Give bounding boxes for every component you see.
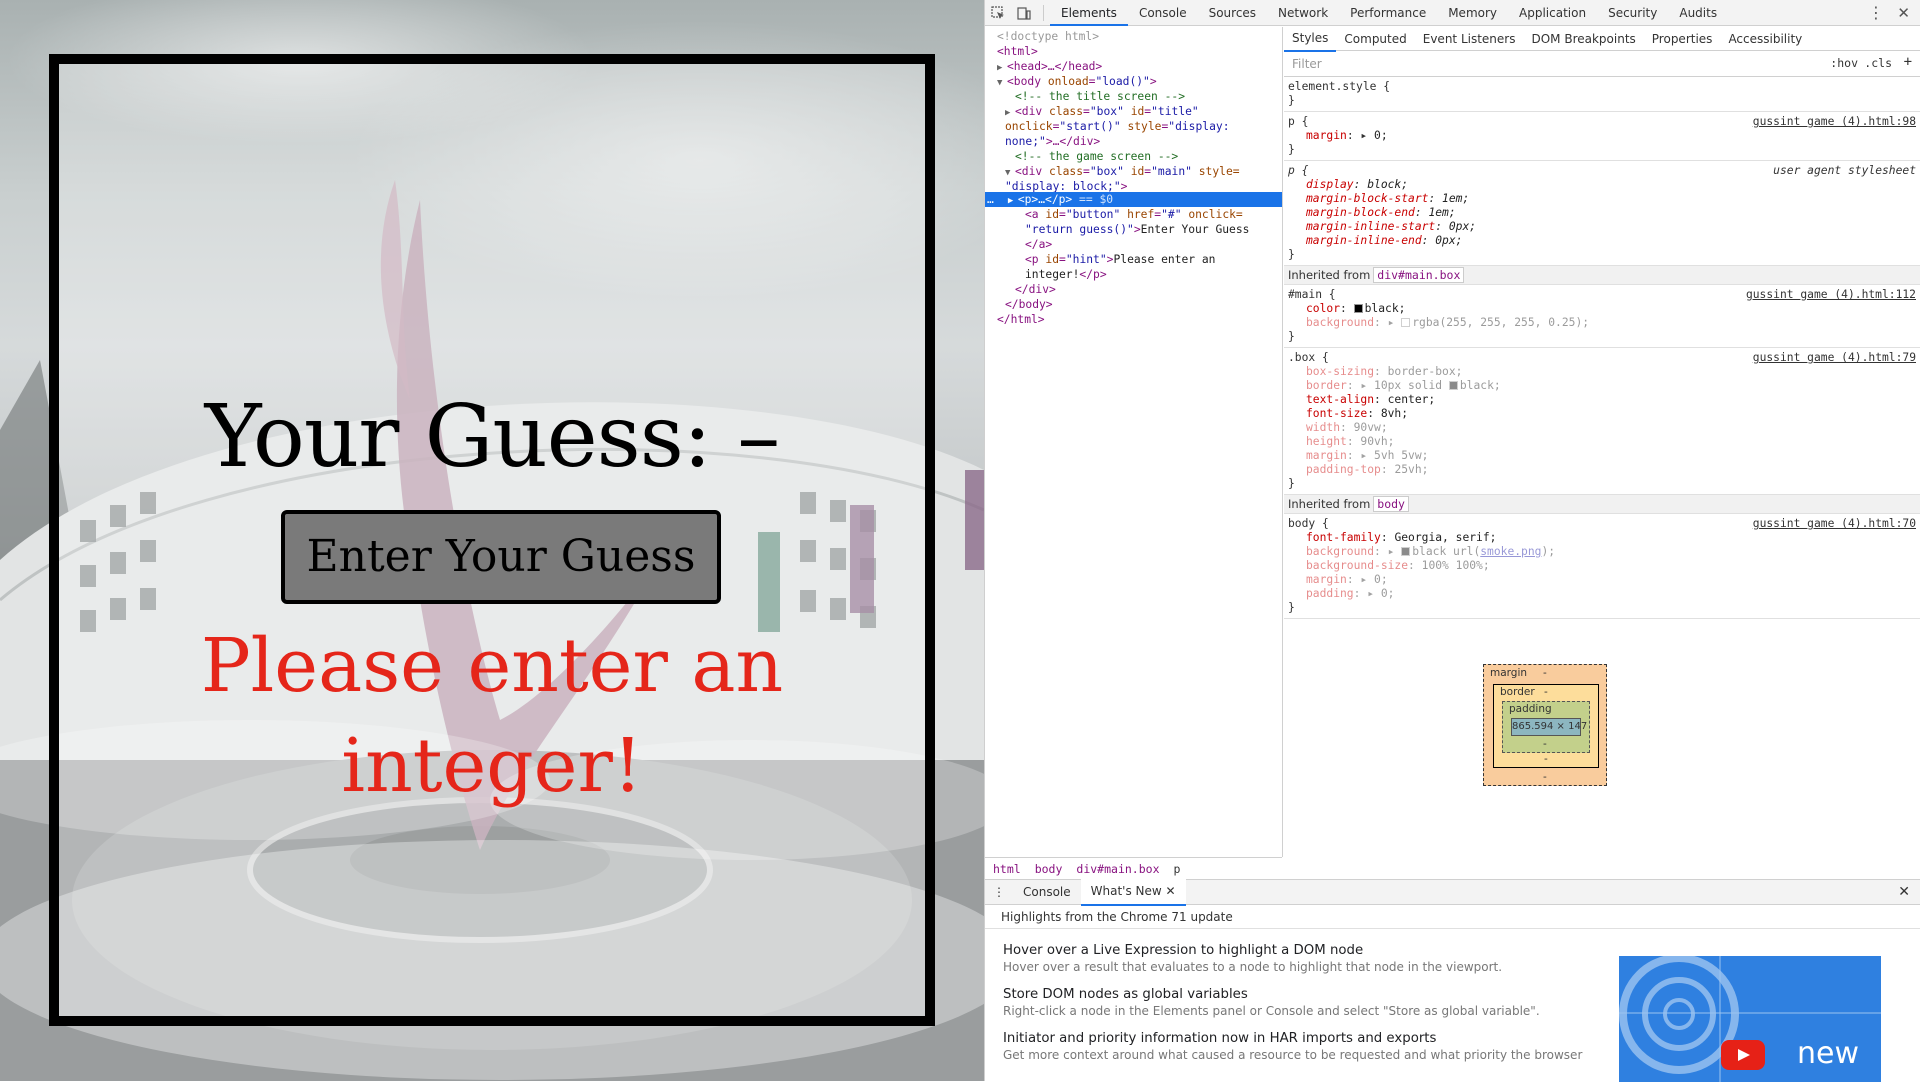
enter-guess-button[interactable]: Enter Your Guess: [281, 510, 721, 604]
subtab-dom-breakpoints[interactable]: DOM Breakpoints: [1523, 27, 1643, 51]
ellipsis-icon[interactable]: …: [987, 193, 994, 206]
breadcrumb-p[interactable]: p: [1174, 862, 1181, 876]
dom-comment-title[interactable]: <!-- the title screen -->: [985, 89, 1282, 104]
background-url-link[interactable]: smoke.png: [1480, 545, 1541, 558]
tab-memory[interactable]: Memory: [1437, 0, 1508, 26]
tab-console[interactable]: Console: [1128, 0, 1198, 26]
styles-subtabs: Styles Computed Event Listeners DOM Brea…: [1284, 26, 1920, 52]
breadcrumb-body[interactable]: body: [1035, 862, 1063, 876]
dom-title-div-end[interactable]: none;">…</div>: [985, 134, 1282, 149]
dom-hint-p[interactable]: <p id="hint">Please enter an: [985, 252, 1282, 267]
subtab-accessibility[interactable]: Accessibility: [1720, 27, 1810, 51]
rule-source-link[interactable]: gussint game (4).html:98: [1753, 115, 1916, 128]
rule-source-ua: user agent stylesheet: [1773, 164, 1916, 177]
inherited-header-main: Inherited from div#main.box: [1284, 266, 1920, 285]
rule-element-style[interactable]: element.style { }: [1284, 77, 1920, 112]
rule-source-link[interactable]: gussint game (4).html:112: [1746, 288, 1916, 301]
box-model-padding[interactable]: padding - 865.594 × 147: [1502, 701, 1590, 753]
tab-application[interactable]: Application: [1508, 0, 1597, 26]
dom-title-div-cont[interactable]: onclick="start()" style="display:: [985, 119, 1282, 134]
close-devtools-icon[interactable]: ✕: [1897, 0, 1910, 26]
inspect-element-icon[interactable]: [985, 0, 1011, 26]
dom-doctype[interactable]: <!doctype html>: [985, 29, 1282, 44]
rule-body[interactable]: gussint game (4).html:70 body { font-fam…: [1284, 514, 1920, 619]
rule-p-author[interactable]: gussint game (4).html:98 p { margin: ▸ 0…: [1284, 112, 1920, 161]
color-swatch[interactable]: [1353, 304, 1363, 313]
dom-div-close[interactable]: </div>: [985, 282, 1282, 297]
box-model-border[interactable]: border - - padding - 865.594 × 147: [1493, 684, 1599, 768]
game-box: Your Guess: – Enter Your Guess Please en…: [49, 54, 935, 1026]
new-rule-button[interactable]: +: [1904, 54, 1912, 70]
box-model-diagram: margin - - border - - padding - 865.594 …: [1483, 664, 1607, 786]
rule-p-user-agent[interactable]: user agent stylesheet p { display: block…: [1284, 161, 1920, 266]
class-toggle-button[interactable]: .cls: [1864, 56, 1892, 70]
drawer-menu-icon[interactable]: ⋮: [985, 880, 1013, 905]
inherited-header-body: Inherited from body: [1284, 495, 1920, 514]
dom-anchor-cont[interactable]: "return guess()">Enter Your Guess: [985, 222, 1282, 237]
rule-main[interactable]: gussint game (4).html:112 #main { color:…: [1284, 285, 1920, 348]
breadcrumb-html[interactable]: html: [993, 862, 1021, 876]
breadcrumb: html body div#main.box p: [985, 857, 1282, 879]
close-drawer-icon[interactable]: ✕: [1898, 884, 1910, 900]
promo-label: new: [1797, 1036, 1860, 1071]
tab-audits[interactable]: Audits: [1668, 0, 1728, 26]
dom-anchor-close[interactable]: </a>: [985, 237, 1282, 252]
dom-hint-p-cont[interactable]: integer!</p>: [985, 267, 1282, 282]
dom-selected-p[interactable]: … ▶ <p>…</p> == $0: [985, 192, 1282, 207]
drawer-tabs: ⋮ Console What's New ✕ ✕: [985, 878, 1920, 906]
dom-comment-game[interactable]: <!-- the game screen -->: [985, 149, 1282, 164]
subtab-event-listeners[interactable]: Event Listeners: [1415, 27, 1524, 51]
device-toolbar-icon[interactable]: [1011, 0, 1037, 26]
subtab-styles[interactable]: Styles: [1284, 26, 1337, 52]
inherited-link-main[interactable]: div#main.box: [1373, 267, 1465, 283]
more-options-icon[interactable]: ⋮: [1868, 0, 1884, 26]
devtools-toolbar: Elements Console Sources Network Perform…: [985, 0, 1920, 26]
play-icon[interactable]: [1721, 1040, 1765, 1070]
dom-main-div[interactable]: ▼ <div class="box" id="main" style=: [985, 164, 1282, 179]
page-viewport: Your Guess: – Enter Your Guess Please en…: [0, 0, 984, 1081]
rule-source-link[interactable]: gussint game (4).html:79: [1753, 351, 1916, 364]
elements-dom-tree: <!doctype html> <html> ▶ <head>…</head> ▼…: [985, 27, 1283, 876]
hover-state-button[interactable]: :hov: [1830, 56, 1858, 70]
rule-source-link[interactable]: gussint game (4).html:70: [1753, 517, 1916, 530]
devtools-drawer: ⋮ Console What's New ✕ ✕ Highlights from…: [985, 878, 1920, 1082]
tab-performance[interactable]: Performance: [1339, 0, 1437, 26]
styles-filter-bar: :hov .cls +: [1284, 51, 1920, 77]
tab-elements[interactable]: Elements: [1050, 0, 1128, 26]
dom-html[interactable]: <html>: [985, 44, 1282, 59]
dom-body-close[interactable]: </body>: [985, 297, 1282, 312]
close-tab-icon[interactable]: ✕: [1166, 884, 1176, 898]
devtools-panel: Elements Console Sources Network Perform…: [984, 0, 1920, 1082]
color-swatch[interactable]: [1401, 547, 1411, 556]
drawer-tab-whats-new[interactable]: What's New ✕: [1080, 878, 1186, 906]
box-model-content[interactable]: 865.594 × 147: [1511, 718, 1587, 736]
breadcrumb-div-main[interactable]: div#main.box: [1076, 862, 1159, 876]
dom-anchor[interactable]: <a id="button" href="#" onclick=: [985, 207, 1282, 222]
dom-head[interactable]: ▶ <head>…</head>: [985, 59, 1282, 74]
color-swatch[interactable]: [1401, 318, 1411, 327]
toolbar-separator: [1043, 4, 1044, 21]
drawer-tab-console[interactable]: Console: [1013, 880, 1081, 905]
subtab-properties[interactable]: Properties: [1644, 27, 1721, 51]
styles-pane: Styles Computed Event Listeners DOM Brea…: [1284, 27, 1920, 879]
tab-security[interactable]: Security: [1597, 0, 1668, 26]
tab-sources[interactable]: Sources: [1198, 0, 1267, 26]
news-item[interactable]: Initiator and priority information now i…: [1003, 1030, 1582, 1063]
rule-box[interactable]: gussint game (4).html:79 .box { box-sizi…: [1284, 348, 1920, 495]
dom-title-div[interactable]: ▶ <div class="box" id="title": [985, 104, 1282, 119]
news-item[interactable]: Hover over a Live Expression to highligh…: [1003, 942, 1502, 975]
tab-network[interactable]: Network: [1267, 0, 1339, 26]
guess-display: Your Guess: –: [204, 387, 780, 487]
dom-html-close[interactable]: </html>: [985, 312, 1282, 327]
color-swatch[interactable]: [1448, 381, 1458, 390]
inherited-link-body[interactable]: body: [1373, 496, 1409, 512]
subtab-computed[interactable]: Computed: [1336, 27, 1414, 51]
styles-filter-input[interactable]: [1290, 55, 1790, 72]
box-model-margin[interactable]: margin - - border - - padding - 865.594 …: [1483, 664, 1607, 786]
dom-body[interactable]: ▼ <body onload="load()">: [985, 74, 1282, 89]
whats-new-video-thumbnail[interactable]: new: [1619, 956, 1881, 1082]
hint-text: Please enter an integer!: [200, 623, 784, 809]
whats-new-highlights: Highlights from the Chrome 71 update: [985, 905, 1920, 929]
news-item[interactable]: Store DOM nodes as global variables Righ…: [1003, 986, 1540, 1019]
